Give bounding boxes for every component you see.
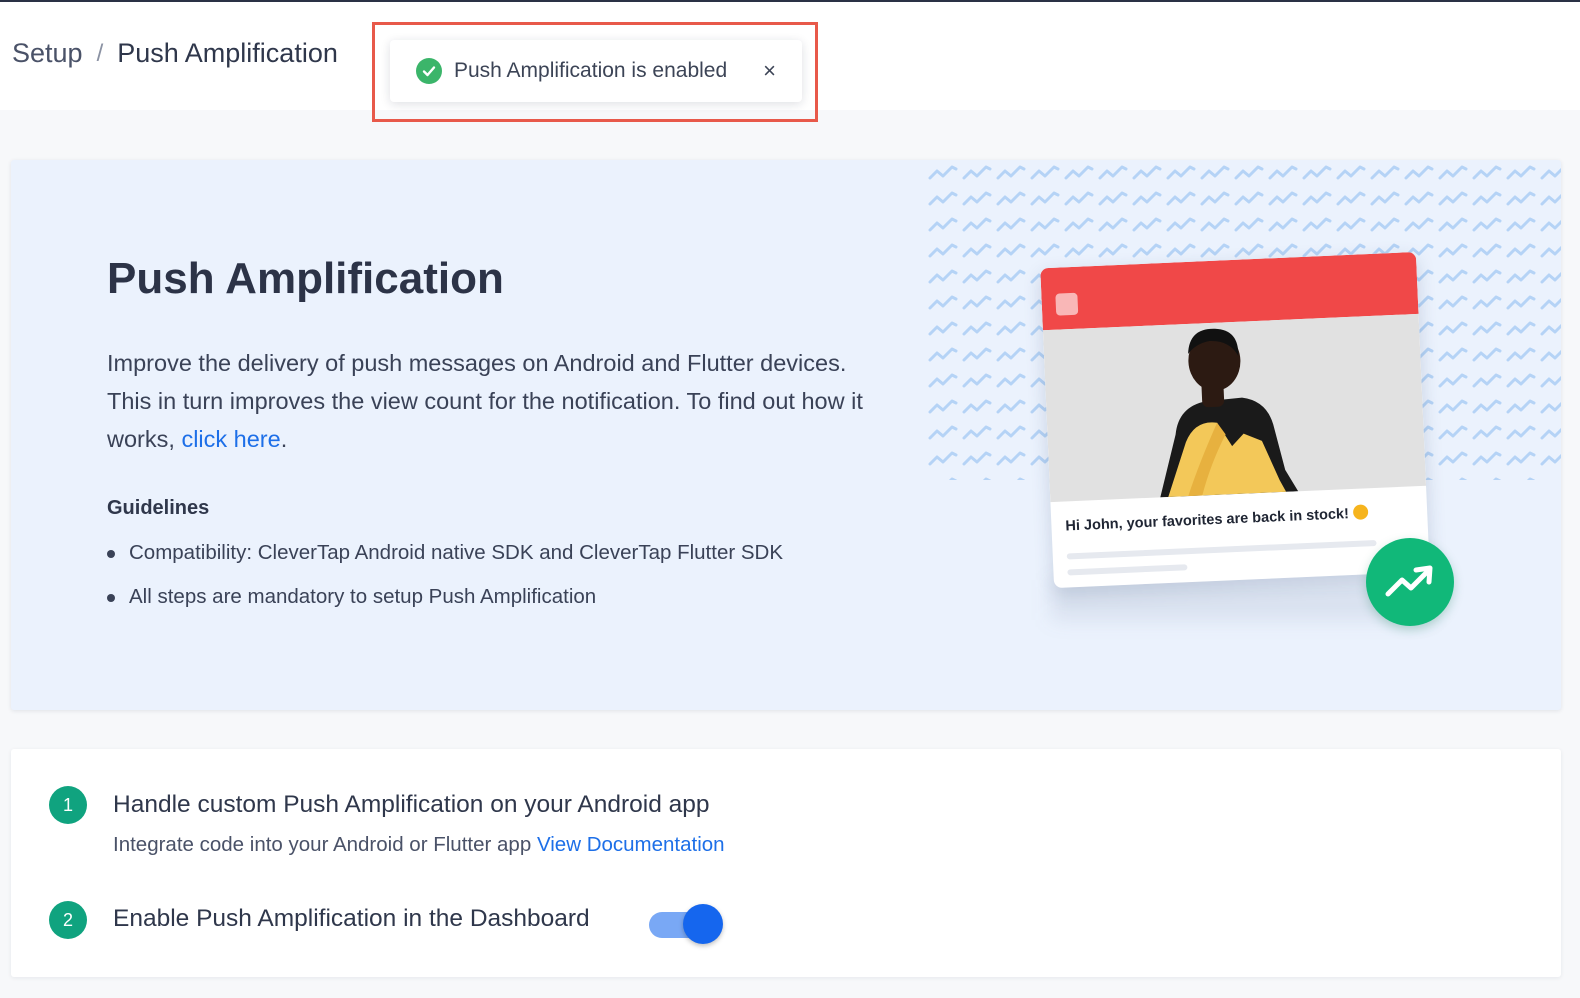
breadcrumb-current: Push Amplification [117, 38, 338, 68]
hero-description-end: . [280, 426, 288, 452]
guideline-item: Compatibility: CleverTap Android native … [107, 538, 783, 582]
step-number-badge: 1 [49, 786, 87, 824]
toast-message: Push Amplification is enabled [454, 59, 728, 82]
breadcrumb: Setup / Push Amplification [12, 38, 338, 69]
hero-title: Push Amplification [107, 254, 504, 303]
guidelines-list: Compatibility: CleverTap Android native … [107, 538, 783, 626]
placeholder-line [1067, 564, 1188, 576]
guidelines-title: Guidelines [107, 497, 210, 519]
step-number-badge: 2 [49, 901, 87, 939]
check-circle-icon [416, 58, 442, 84]
success-toast: Push Amplification is enabled × [390, 40, 802, 102]
step-title: Handle custom Push Amplification on your… [113, 791, 710, 818]
placeholder-line [1066, 539, 1377, 560]
enable-push-amplification-toggle[interactable] [649, 901, 727, 945]
breadcrumb-setup-link[interactable]: Setup [12, 38, 83, 69]
trending-up-icon [1366, 538, 1454, 626]
notification-illustration: Hi John, your favorites are back in stoc… [1040, 251, 1430, 589]
star-struck-emoji-icon [1352, 504, 1369, 520]
notification-text: Hi John, your favorites are back in stoc… [1065, 504, 1369, 535]
hero-panel: Push Amplification Improve the delivery … [11, 160, 1561, 710]
step-title: Enable Push Amplification in the Dashboa… [113, 905, 590, 932]
toast-close-button[interactable]: × [763, 58, 776, 84]
breadcrumb-separator: / [96, 39, 104, 67]
step-subtitle-text: Integrate code into your Android or Flut… [113, 833, 537, 856]
toggle-knob [683, 904, 723, 944]
person-photo [1042, 313, 1427, 503]
notification-caption: Hi John, your favorites are back in stoc… [1065, 506, 1350, 535]
view-documentation-link[interactable]: View Documentation [537, 833, 725, 856]
guideline-item: All steps are mandatory to setup Push Am… [107, 582, 783, 626]
hero-description: Improve the delivery of push messages on… [107, 344, 867, 458]
setup-steps-panel: 1 Handle custom Push Amplification on yo… [11, 749, 1561, 977]
step-subtitle: Integrate code into your Android or Flut… [113, 833, 725, 857]
app-icon [1055, 292, 1079, 316]
click-here-link[interactable]: click here [181, 426, 280, 452]
